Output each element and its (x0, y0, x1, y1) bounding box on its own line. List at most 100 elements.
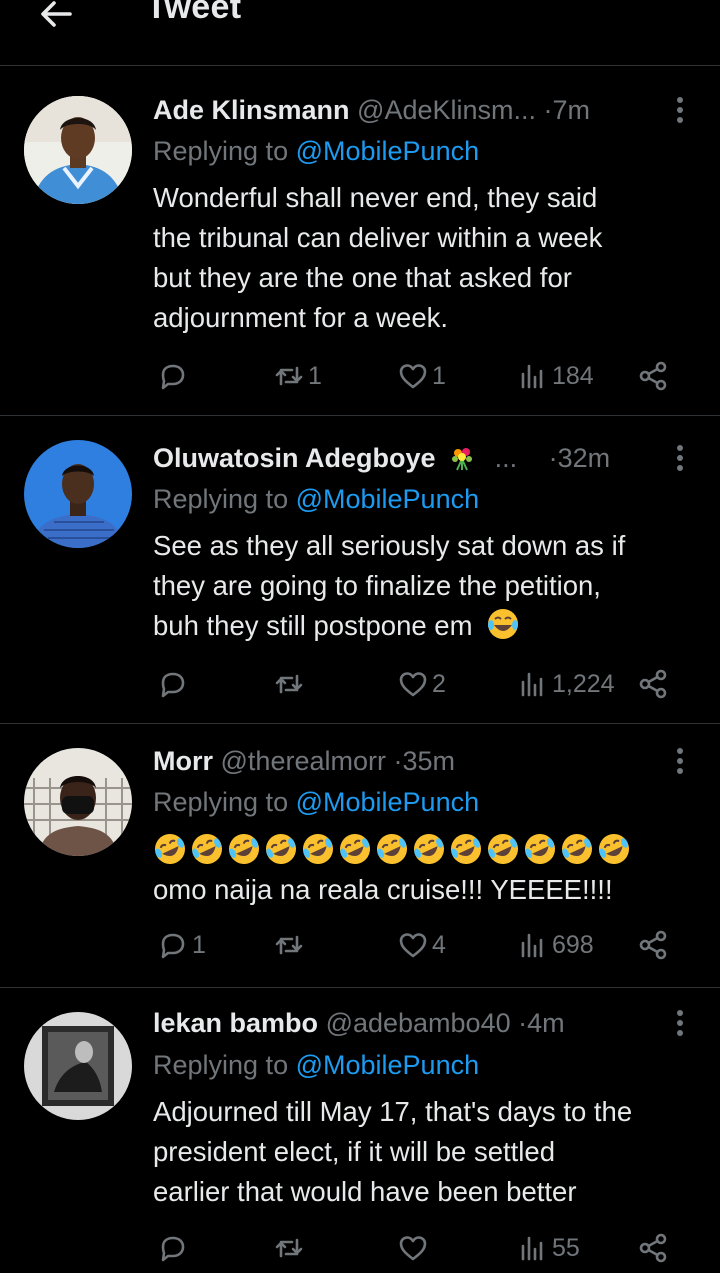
share-icon (639, 930, 667, 960)
share-icon (639, 361, 667, 391)
tweet[interactable]: Morr @therealmorr ·35m Replying to @Mobi… (0, 724, 720, 988)
author-handle[interactable]: @adebambo40 (326, 1008, 511, 1038)
reply-button[interactable] (157, 664, 192, 704)
back-button[interactable] (36, 0, 76, 34)
share-button[interactable] (637, 664, 669, 704)
tweet-header: Morr @therealmorr ·35m (153, 744, 700, 778)
like-button[interactable]: 1 (397, 356, 446, 396)
author-name[interactable]: Ade Klinsmann (153, 95, 350, 125)
author-handle[interactable]: ... (495, 443, 518, 473)
tweet-text: omo naija na reala cruise!!! YEEEE!!!! (153, 870, 698, 910)
author-name[interactable]: Morr (153, 746, 213, 776)
separator-dot: · (518, 1008, 528, 1038)
tweet-line: omo naija na reala cruise!!! YEEEE!!!! (153, 874, 613, 905)
avatar[interactable] (24, 440, 132, 548)
replying-prefix: Replying to (153, 136, 296, 166)
views-button[interactable]: 184 (517, 356, 594, 396)
share-button[interactable] (637, 1228, 669, 1268)
rofl-emoji-icon (488, 834, 518, 864)
replying-to: Replying to @MobilePunch (153, 1048, 479, 1082)
more-icon (677, 445, 683, 451)
replying-prefix: Replying to (153, 484, 296, 514)
retweet-button[interactable] (273, 925, 308, 965)
reply-button[interactable] (157, 356, 192, 396)
like-button[interactable]: 2 (397, 664, 446, 704)
avatar-image (24, 748, 132, 856)
timestamp[interactable]: 32m (558, 443, 611, 473)
page-title: Tweet (146, 0, 242, 26)
separator-dot: · (543, 95, 553, 125)
avatar[interactable] (24, 748, 132, 856)
like-count: 4 (432, 930, 446, 959)
tweet-header: Ade Klinsmann @AdeKlinsm... ·7m (153, 93, 700, 127)
retweet-count: 1 (308, 361, 322, 390)
rofl-emoji-icon (562, 834, 592, 864)
views-button[interactable]: 1,224 (517, 664, 615, 704)
replying-prefix: Replying to (153, 787, 296, 817)
view-count: 698 (552, 930, 594, 959)
author-name[interactable]: lekan bambo (153, 1008, 318, 1038)
views-icon (521, 933, 543, 958)
tweet[interactable]: lekan bambo @adebambo40 ·4m Replying to … (0, 988, 720, 1273)
rofl-emoji-icon (229, 834, 259, 864)
avatar[interactable] (24, 1012, 132, 1120)
mention-link[interactable]: @MobilePunch (296, 136, 480, 166)
timestamp[interactable]: 7m (553, 95, 591, 125)
rofl-emoji-icon (340, 834, 370, 864)
view-count: 1,224 (552, 669, 615, 698)
more-options-button[interactable] (670, 441, 690, 475)
view-count: 184 (552, 361, 594, 390)
avatar[interactable] (24, 96, 132, 204)
timestamp[interactable]: 4m (527, 1008, 565, 1038)
tweet-line: earlier that would have been better (153, 1176, 577, 1207)
tweet-text: See as they all seriously sat down as if… (153, 526, 698, 646)
author-handle[interactable]: @therealmorr (221, 746, 386, 776)
tweet-line: they are going to finalize the petition, (153, 570, 601, 601)
reply-button[interactable] (157, 1228, 192, 1268)
views-icon (521, 672, 543, 697)
more-icon (677, 1010, 683, 1016)
share-button[interactable] (637, 925, 669, 965)
rofl-emoji-icon (266, 834, 296, 864)
author-handle[interactable]: @AdeKlinsm... (357, 95, 536, 125)
mention-link[interactable]: @MobilePunch (296, 1050, 480, 1080)
tweet[interactable]: Oluwatosin Adegboye ... ·32m Replying to… (0, 416, 720, 724)
author-name[interactable]: Oluwatosin Adegboye (153, 443, 436, 473)
mention-link[interactable]: @MobilePunch (296, 787, 480, 817)
laughing-tears-emoji-icon (488, 609, 519, 639)
more-options-button[interactable] (670, 744, 690, 778)
separator-dot: · (393, 746, 403, 776)
replying-prefix: Replying to (153, 1050, 296, 1080)
rofl-emoji-icon (451, 834, 481, 864)
avatar-image (24, 96, 132, 204)
like-button[interactable]: 4 (397, 925, 446, 965)
share-icon (639, 669, 667, 699)
reply-button[interactable]: 1 (157, 925, 206, 965)
tweet-line: adjournment for a week. (153, 302, 449, 333)
rofl-emoji-icon (303, 834, 333, 864)
retweet-icon (275, 1238, 303, 1258)
avatar-image (24, 1012, 132, 1120)
tweet-text: Wonderful shall never end, they said the… (153, 178, 698, 338)
retweet-button[interactable] (273, 664, 308, 704)
heart-icon (399, 364, 427, 389)
retweet-button[interactable]: 1 (273, 356, 322, 396)
like-button[interactable] (397, 1228, 432, 1268)
rofl-emoji-icon (377, 834, 407, 864)
tweet-text: Adjourned till May 17, that's days to th… (153, 1092, 698, 1212)
views-button[interactable]: 698 (517, 925, 594, 965)
more-options-button[interactable] (670, 1006, 690, 1040)
retweet-button[interactable] (273, 1228, 308, 1268)
mention-link[interactable]: @MobilePunch (296, 484, 480, 514)
tweet[interactable]: Ade Klinsmann @AdeKlinsm... ·7m Replying… (0, 66, 720, 416)
avatar-image (24, 440, 132, 548)
share-button[interactable] (637, 356, 669, 396)
more-options-button[interactable] (670, 93, 690, 127)
action-bar: 1 1 184 (153, 356, 693, 396)
tweet-line: See as they all seriously sat down as if (153, 530, 626, 561)
timestamp[interactable]: 35m (403, 746, 456, 776)
action-bar: 1 4 698 (153, 925, 693, 965)
like-count: 2 (432, 669, 446, 698)
views-button[interactable]: 55 (517, 1228, 580, 1268)
replying-to: Replying to @MobilePunch (153, 134, 479, 168)
